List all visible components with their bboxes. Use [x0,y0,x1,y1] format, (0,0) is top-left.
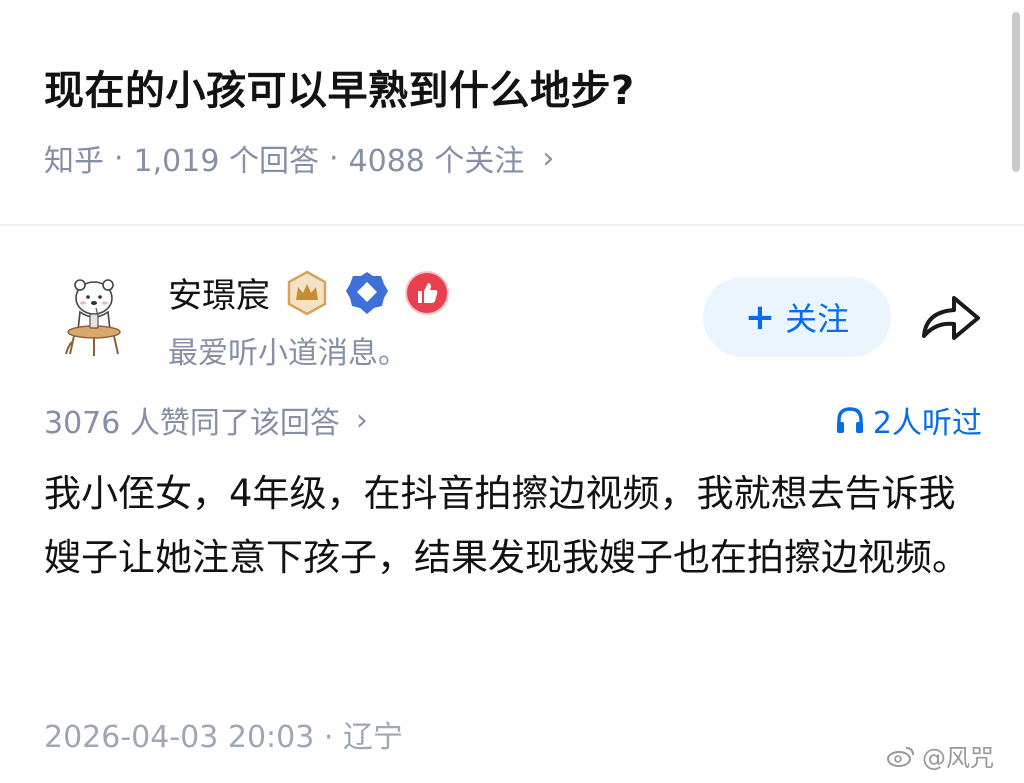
follow-button-label: 关注 [785,300,850,338]
author-name[interactable]: 安璟宸 [168,268,270,317]
author-bio: 最爱听小道消息。 [168,336,408,371]
chevron-right-icon: › [542,140,555,176]
question-meta[interactable]: 知乎 · 1,019 个回答 · 4088 个关注 › [44,136,554,180]
share-icon[interactable] [918,290,984,346]
avatar[interactable] [60,276,128,358]
thumbs-up-badge-icon[interactable] [404,270,450,316]
watermark: @风咒 [886,738,994,773]
listen-count-label: 2人听过 [872,406,982,441]
crown-badge-icon[interactable] [284,270,330,316]
diamond-badge-icon[interactable] [344,270,390,316]
follow-count: 4088 个关注 [348,144,525,179]
meta-separator: · [328,140,339,176]
chevron-right-icon: › [355,402,368,438]
weibo-logo-icon [887,746,914,767]
votes-line[interactable]: 3076 人赞同了该回答 › [44,398,368,442]
plus-icon: + [744,296,776,338]
vote-count: 3076 人赞同了该回答 [44,406,340,441]
answer-count: 1,019 个回答 [133,144,319,179]
scrollbar[interactable] [1012,12,1020,172]
listen-count[interactable]: 2人听过 [835,398,982,442]
meta-separator: · [114,140,124,176]
answer-body[interactable]: 我小侄女，4年级，在抖音拍擦边视频，我就想去告诉我嫂子让她注意下孩子，结果发现我… [44,462,984,590]
source-label: 知乎 [44,144,104,179]
answer-page: 现在的小孩可以早熟到什么地步? 知乎 · 1,019 个回答 · 4088 个关… [0,0,1024,783]
answer-time: 2026-04-03 20:03 · 辽宁 [44,720,403,755]
watermark-text: @风咒 [922,744,994,772]
divider [0,224,1024,226]
headphones-icon [836,407,863,433]
question-title[interactable]: 现在的小孩可以早熟到什么地步? [44,58,635,116]
author-name-row: 安璟宸 [168,268,450,317]
follow-button[interactable]: + 关注 [703,277,891,357]
